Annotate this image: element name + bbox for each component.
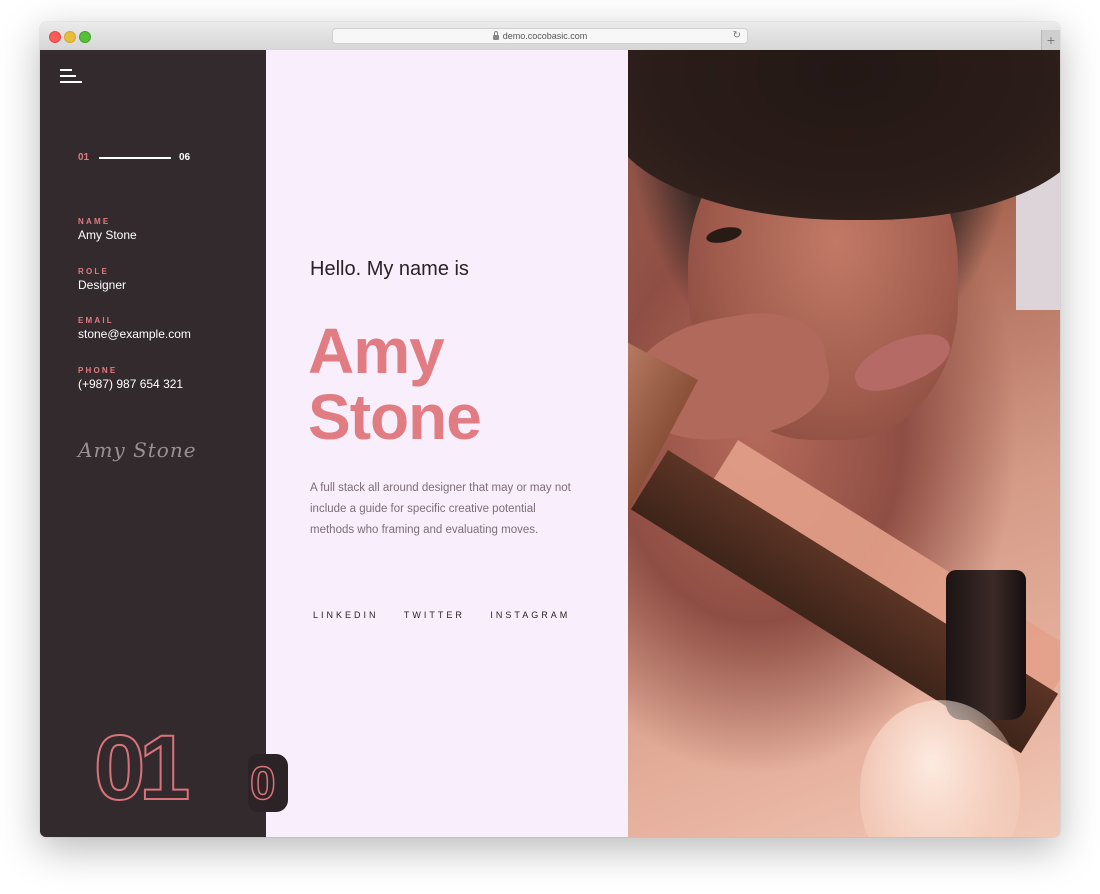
- next-section-digit: 0: [249, 757, 276, 809]
- last-name: Stone: [308, 381, 482, 453]
- browser-window: demo.cocobasic.com ↻ + 01 06 NAME Amy St…: [40, 22, 1060, 837]
- signature: Amy Stone: [78, 438, 197, 462]
- info-email: EMAIL stone@example.com: [78, 316, 258, 341]
- url-text: demo.cocobasic.com: [502, 31, 588, 41]
- section-number: 01: [93, 717, 191, 819]
- address-bar[interactable]: demo.cocobasic.com ↻: [332, 28, 748, 44]
- info-value[interactable]: stone@example.com: [78, 327, 258, 341]
- pager-current: 01: [78, 152, 90, 163]
- browser-titlebar: demo.cocobasic.com ↻ +: [40, 22, 1060, 51]
- info-role: ROLE Designer: [78, 267, 258, 292]
- social-links: LINKEDIN TWITTER INSTAGRAM: [313, 610, 590, 620]
- reload-icon[interactable]: ↻: [733, 30, 741, 42]
- minimize-window-button[interactable]: [64, 31, 76, 43]
- hero-name: Amy Stone: [308, 315, 482, 453]
- next-section-tab[interactable]: 0: [248, 754, 288, 812]
- info-value[interactable]: (+987) 987 654 321: [78, 377, 258, 391]
- close-window-button[interactable]: [49, 31, 61, 43]
- pager-progress-line: [99, 157, 171, 159]
- info-name: NAME Amy Stone: [78, 217, 258, 242]
- twitter-link[interactable]: TWITTER: [404, 610, 465, 620]
- info-label: EMAIL: [78, 316, 114, 325]
- page-content: 01 06 NAME Amy Stone ROLE Designer EMAIL…: [40, 50, 1060, 837]
- first-name: Amy: [308, 315, 445, 387]
- intro-panel: Hello. My name is Amy Stone A full stack…: [266, 50, 628, 837]
- info-phone: PHONE (+987) 987 654 321: [78, 366, 258, 391]
- lock-icon: [492, 31, 499, 40]
- description: A full stack all around designer that ma…: [310, 482, 571, 536]
- maximize-window-button[interactable]: [79, 31, 91, 43]
- info-label: PHONE: [78, 366, 118, 375]
- info-label: ROLE: [78, 267, 110, 276]
- pager-total: 06: [179, 152, 191, 163]
- new-tab-icon[interactable]: +: [1041, 30, 1060, 50]
- info-label: NAME: [78, 217, 111, 226]
- menu-icon[interactable]: [60, 69, 82, 85]
- info-value: Amy Stone: [78, 228, 137, 242]
- linkedin-link[interactable]: LINKEDIN: [313, 610, 379, 620]
- greeting: Hello. My name is: [310, 258, 469, 280]
- instagram-link[interactable]: INSTAGRAM: [490, 610, 570, 620]
- sidebar: 01 06 NAME Amy Stone ROLE Designer EMAIL…: [40, 50, 266, 837]
- info-value: Designer: [78, 278, 127, 292]
- portrait-photo: [628, 50, 1060, 837]
